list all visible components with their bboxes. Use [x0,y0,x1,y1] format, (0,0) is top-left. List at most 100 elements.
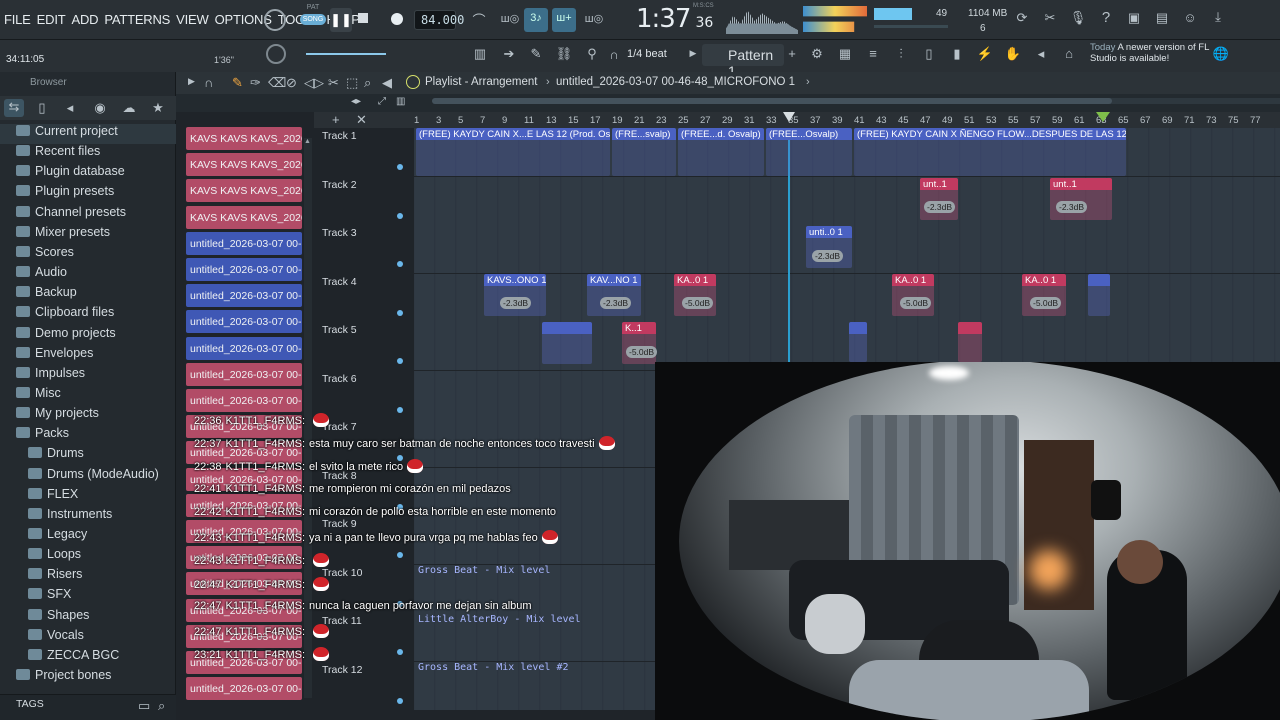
picker-item[interactable]: untitled_2026-03-07 00-... [186,415,302,439]
track-mute-led-icon[interactable] [397,503,403,510]
add-track-icon[interactable]: + [332,112,340,127]
automation-clip-little-alterboy[interactable]: Little AlterBoy - Mix level [418,614,581,625]
picker-item[interactable]: KAVS KAVS KAVS_2026-03... [186,153,302,177]
arrow-right-icon[interactable]: ➔ [500,46,518,62]
stamp-icon[interactable]: ⚲ [583,46,601,62]
play-arrow-small-icon[interactable]: ▶ [188,76,195,87]
track-mute-led-icon[interactable] [397,552,403,558]
browser-tree-item[interactable]: Instruments [28,507,112,527]
track-header[interactable]: Track 9 [314,516,410,564]
wait-input-icon[interactable]: ш◎ [498,12,522,25]
browser-tree-item[interactable]: Plugin presets [16,184,114,204]
browser-tree-item[interactable]: Project bones [16,668,111,688]
picker-item[interactable]: untitled_2026-03-07 00-... [186,231,302,255]
track-header[interactable]: Track 3 [314,225,410,273]
browser-tree-item[interactable]: Demo projects [16,326,116,346]
picker-item[interactable]: untitled_2026-03-07 00-... [186,624,302,648]
picker-item[interactable]: untitled_2026-03-07 00-... [186,389,302,412]
zoom-icon[interactable]: ⌕ [364,75,371,91]
picker-item[interactable]: untitled_2026-03-07 00-... [186,677,302,701]
picker-item[interactable]: KAVS KAVS KAVS_2026-03... [186,179,302,203]
globe-icon[interactable]: 🌐 [1212,46,1230,62]
menu-view[interactable]: VIEW [176,12,209,27]
play-arrow-icon[interactable]: ▶ [688,48,698,59]
browser-tree-item[interactable]: Clipboard files [16,305,114,325]
track-lane[interactable] [414,176,1280,225]
browser-plugin-icon[interactable]: ◉ [92,100,108,116]
picker-item[interactable]: untitled_2026-03-07 00-... [186,336,302,360]
browser-tree-item[interactable]: Legacy [28,527,87,547]
picker-scrollbar[interactable]: ▲ [304,138,312,698]
master-volume-knob[interactable] [264,9,286,31]
browser-tree-item[interactable]: Loops [28,547,81,567]
track-header[interactable]: Track 6 [314,371,410,419]
remove-track-icon[interactable]: ✕ [356,112,367,128]
metronome-icon[interactable]: ⌒ [468,10,490,29]
browser-all-icon[interactable]: ⇆ [4,99,24,117]
link-icon[interactable]: ⛓ [555,46,573,62]
menu-edit[interactable]: EDIT [37,12,66,27]
browser-tree-item[interactable]: Recent files [16,144,100,164]
browser-tree-item[interactable]: FLEX [28,487,78,507]
track-header[interactable]: Track 7 [314,419,410,467]
scrollbar-thumb[interactable] [432,98,1112,104]
folder-icon[interactable]: ▭ [138,698,150,714]
browser-tree-item[interactable]: Impulses [16,366,85,386]
browser-tree-item[interactable]: Plugin database [16,164,125,184]
picker-item[interactable]: KAVS KAVS KAVS_2026-03... [186,127,302,150]
plug-icon[interactable]: ⚡ [976,46,994,62]
browser-tree-item[interactable]: ZECCA BGC [28,648,119,668]
step-edit-icon[interactable]: ш+ [552,8,576,32]
picker-scroll-up-icon[interactable]: ▲ [304,138,312,148]
stop-icon[interactable] [358,13,368,23]
microphone-icon[interactable]: 🎙 [1069,10,1087,26]
magnet-icon[interactable]: ∩ [607,47,621,62]
picker-item[interactable]: untitled_2026-03-07 00-... [186,441,302,465]
pencil-icon[interactable]: ✎ [232,75,243,91]
browser-tree-item[interactable]: Packs [16,426,69,446]
paint-icon[interactable]: ✑ [250,75,261,91]
picker-item[interactable]: KAVS KAVS KAVS_2026-03... [186,205,302,229]
browser-tree-item[interactable]: Scores [16,245,74,265]
browser-tree-item[interactable]: Vocals [28,628,84,648]
plugin-picker-icon[interactable]: ▯ [920,46,938,62]
loop-record-icon[interactable]: ш◎ [582,12,606,25]
track-header[interactable]: Track 1 [314,128,410,176]
menu-patterns[interactable]: PATTERNS [104,12,170,27]
browser-tree-item[interactable]: My projects [16,406,99,426]
picker-item[interactable]: untitled_2026-03-07 00-... [186,520,302,543]
track-header[interactable]: Track 2 [314,177,410,225]
magnet-snap-icon[interactable]: ∩ [204,75,213,90]
speaker-icon[interactable]: ◂ [1032,46,1050,62]
browser-cloud-icon[interactable]: ☁ [120,100,138,116]
channel-rack-icon[interactable]: ▦ [836,46,854,62]
picker-item[interactable]: untitled_2026-03-07 00-... [186,598,302,622]
picker-item[interactable]: untitled_2026-03-07 00-... [186,467,302,491]
track-mute-led-icon[interactable] [397,455,403,461]
browser-tree-item[interactable]: Shapes [28,608,89,628]
save-icon[interactable]: ▣ [1125,10,1143,26]
delete-icon[interactable]: ⌫ [268,75,286,91]
automation-clip-gross-beat[interactable]: Gross Beat - Mix level [418,565,550,576]
track-lane[interactable] [414,273,1280,322]
add-pattern-icon[interactable]: + [786,46,798,61]
countdown-icon[interactable]: 3♪ [524,8,548,32]
track-header[interactable]: Track 8 [314,468,410,516]
track-mute-led-icon[interactable] [397,358,403,364]
refresh-icon[interactable]: ⟳ [1013,10,1031,26]
slice-icon[interactable]: ✂ [328,75,339,91]
browser-tree-item[interactable]: SFX [28,587,71,607]
settings-icon[interactable]: ✂ [1041,10,1059,26]
browser-tree-item[interactable]: Drums [28,446,84,466]
snap-value[interactable]: 1/4 beat [627,48,667,60]
browser-tree-item[interactable]: Risers [28,567,82,587]
master-pitch-slider[interactable] [306,53,386,55]
automation-clip-gross-beat-2[interactable]: Gross Beat - Mix level #2 [418,662,569,673]
playlist-icon[interactable]: ▥ [470,46,490,62]
track-mute-led-icon[interactable] [397,212,403,219]
browser-tree-item[interactable]: Backup [16,285,77,305]
track-mute-led-icon[interactable] [397,164,403,170]
timeline-ruler[interactable]: 1 3 5 7 9 11 13 15 17 19 21 23 25 27 29 31 33 35 37 39 41 43 4… [410,112,1280,128]
touch-icon[interactable]: ✋ [1004,46,1022,62]
tempo-display[interactable]: 84.000 [414,10,464,30]
